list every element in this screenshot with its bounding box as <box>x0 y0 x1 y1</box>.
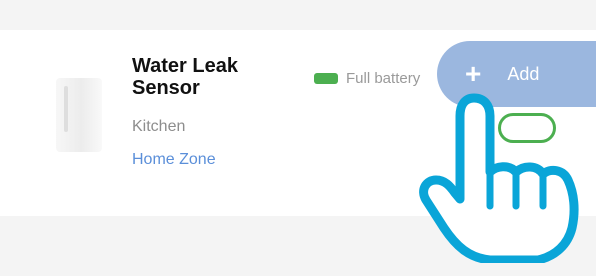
device-list-screen: Water Leak Sensor Kitchen Home Zone Full… <box>0 0 596 276</box>
battery-icon <box>314 73 338 84</box>
list-top-separator <box>0 0 596 30</box>
plus-icon: + <box>465 58 482 89</box>
sensor-detail <box>64 86 68 132</box>
device-name: Water Leak Sensor <box>132 55 238 99</box>
device-room: Kitchen <box>132 118 186 135</box>
battery-status: Full battery <box>314 70 444 87</box>
battery-status-text: Full battery <box>346 70 421 87</box>
sensor-device-image <box>56 78 102 152</box>
pointing-hand-icon <box>419 93 579 263</box>
add-button-label: Add <box>507 63 540 84</box>
device-zone-link[interactable]: Home Zone <box>132 151 216 169</box>
